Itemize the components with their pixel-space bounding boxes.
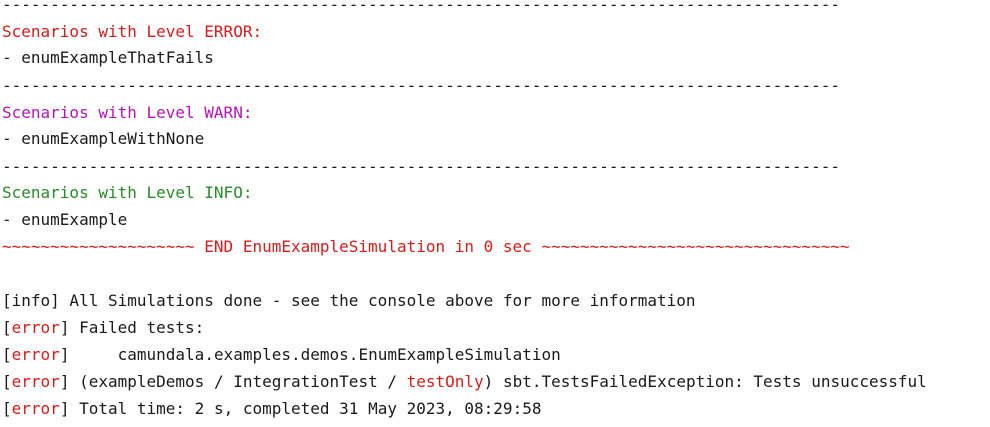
error-log-line: [error] Failed tests: xyxy=(2,316,204,340)
separator-line: ----------------------------------------… xyxy=(2,0,841,14)
separator-line: ----------------------------------------… xyxy=(2,157,841,176)
separator-line: ----------------------------------------… xyxy=(2,76,841,95)
exception-message: ) sbt.TestsFailedException: Tests unsucc… xyxy=(483,372,927,391)
total-time-message: Total time: 2 s, completed 31 May 2023, … xyxy=(69,399,542,418)
info-log-line: [info] All Simulations done - see the co… xyxy=(2,289,696,313)
error-tag: error xyxy=(11,318,60,337)
error-tag: error xyxy=(11,372,60,391)
error-tag: error xyxy=(11,399,60,418)
error-log-line: [error] (exampleDemos / IntegrationTest … xyxy=(2,370,927,394)
console-output: ----------------------------------------… xyxy=(0,0,990,427)
error-scenario-item: - enumExampleThatFails xyxy=(2,48,214,67)
info-tag: [info] xyxy=(2,291,60,310)
log-bracket-open: [ xyxy=(2,372,12,391)
log-bracket-close: ] xyxy=(59,399,70,418)
log-bracket-open: [ xyxy=(2,399,12,418)
log-bracket-open: [ xyxy=(2,318,12,337)
simulation-end-banner: ~~~~~~~~~~~~~~~~~~~~ END EnumExampleSimu… xyxy=(2,237,850,256)
info-scenario-item: - enumExample xyxy=(2,210,128,229)
error-log-line: [error] Total time: 2 s, completed 31 Ma… xyxy=(2,397,541,421)
info-message: All Simulations done - see the console a… xyxy=(59,291,696,310)
log-bracket-close: ] xyxy=(59,318,70,337)
error-level-heading: Scenarios with Level ERROR: xyxy=(2,22,263,41)
log-bracket-close: ] xyxy=(59,372,70,391)
info-level-heading: Scenarios with Level INFO: xyxy=(2,183,253,202)
error-tag: error xyxy=(11,345,60,364)
warn-level-heading: Scenarios with Level WARN: xyxy=(2,103,253,122)
test-only-command: testOnly xyxy=(406,372,484,391)
warn-scenario-item: - enumExampleWithNone xyxy=(2,129,205,148)
log-bracket-open: [ xyxy=(2,345,12,364)
exception-prefix: (exampleDemos / IntegrationTest / xyxy=(69,372,407,391)
error-log-line: [error] camundala.examples.demos.EnumExa… xyxy=(2,343,561,367)
log-bracket-close: ] xyxy=(59,345,70,364)
failed-tests-message: Failed tests: xyxy=(69,318,205,337)
failed-class-name: camundala.examples.demos.EnumExampleSimu… xyxy=(69,345,561,364)
